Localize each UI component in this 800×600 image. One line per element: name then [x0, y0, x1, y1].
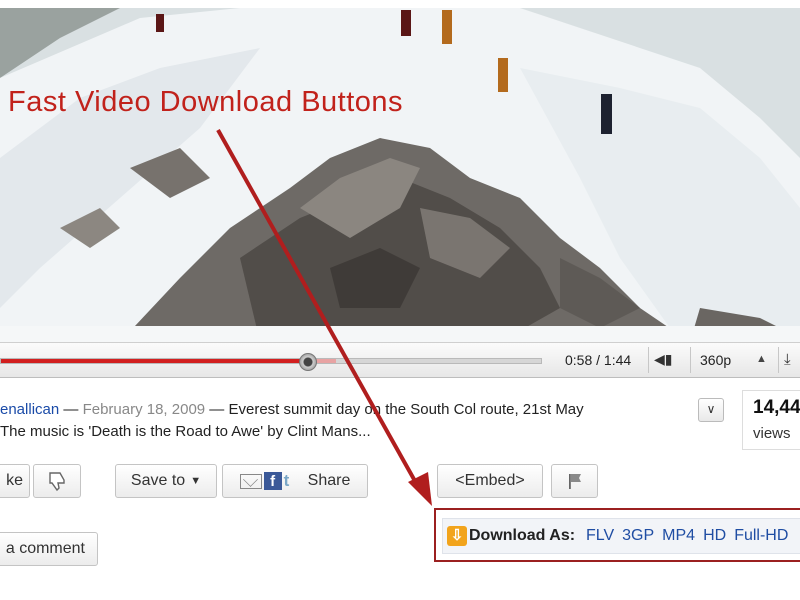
separator: —: [59, 401, 83, 418]
caret-down-icon: ▼: [190, 475, 202, 487]
like-label: ke: [6, 472, 23, 489]
quality-selector[interactable]: 360p: [700, 352, 731, 368]
dislike-button[interactable]: [33, 464, 81, 498]
download-bar: ⇩ Download As: FLV 3GP MP4 HD Full-HD: [442, 518, 800, 554]
flag-button[interactable]: [551, 464, 598, 498]
embed-label: <Embed>: [455, 472, 525, 489]
description-line-2: The music is 'Death is the Road to Awe' …: [0, 423, 371, 440]
download-icon: ⇩: [447, 526, 467, 546]
annotation-title: Fast Video Download Buttons: [8, 86, 404, 118]
download-format-link[interactable]: HD: [703, 527, 726, 544]
scrubber-handle[interactable]: [298, 353, 317, 371]
divider: [690, 347, 691, 373]
separator: —: [205, 401, 229, 418]
volume-icon[interactable]: ◀︎▮: [654, 351, 672, 368]
like-button[interactable]: ke: [0, 464, 30, 498]
view-count: 14,44: [753, 397, 800, 418]
flag-icon: [568, 474, 581, 489]
description-line-1: Everest summit day on the South Col rout…: [228, 401, 584, 418]
popout-icon[interactable]: ⤓: [784, 351, 791, 368]
view-count-box: 14,44 views: [742, 390, 800, 450]
download-panel: ⇩ Download As: FLV 3GP MP4 HD Full-HD: [434, 508, 800, 562]
expand-description-button[interactable]: ∨: [698, 398, 724, 422]
views-label: views: [753, 425, 791, 442]
share-button[interactable]: f t Share: [222, 464, 368, 498]
uploader-link[interactable]: enallican: [0, 401, 59, 418]
save-to-button[interactable]: Save to ▼: [115, 464, 217, 498]
thumbs-down-icon: [49, 472, 65, 492]
embed-button[interactable]: <Embed>: [437, 464, 543, 498]
played-bar: [1, 359, 308, 363]
download-label: Download As:: [469, 527, 576, 544]
time-display: 0:58 / 1:44: [565, 352, 632, 368]
video-frame[interactable]: [0, 8, 800, 342]
screenshot: 0:58 / 1:44 ◀︎▮ 360p ▲ ⤓ enallican — Feb…: [0, 0, 800, 600]
share-label: Share: [307, 472, 351, 489]
download-format-link[interactable]: FLV: [586, 527, 614, 544]
post-comment-button[interactable]: a comment: [0, 532, 98, 566]
download-formats: FLV 3GP MP4 HD Full-HD: [586, 527, 796, 545]
download-format-link[interactable]: MP4: [662, 527, 695, 544]
download-format-link[interactable]: 3GP: [622, 527, 654, 544]
player-controls: 0:58 / 1:44 ◀︎▮ 360p ▲ ⤓: [0, 342, 800, 378]
upload-date: February 18, 2009: [82, 401, 206, 418]
chevron-down-icon: ∨: [706, 402, 716, 416]
divider: [778, 347, 779, 373]
save-to-label: Save to: [130, 472, 186, 489]
comment-label: a comment: [5, 540, 85, 557]
email-icon: [239, 473, 262, 489]
video-scene: [0, 8, 800, 342]
video-description: enallican — February 18, 2009 — Everest …: [0, 399, 690, 443]
twitter-icon: t: [283, 471, 290, 490]
caret-up-icon[interactable]: ▲: [756, 353, 767, 365]
progress-track[interactable]: [0, 353, 542, 371]
download-format-link[interactable]: Full-HD: [734, 527, 788, 544]
divider: [648, 347, 649, 373]
facebook-icon: f: [263, 472, 282, 490]
